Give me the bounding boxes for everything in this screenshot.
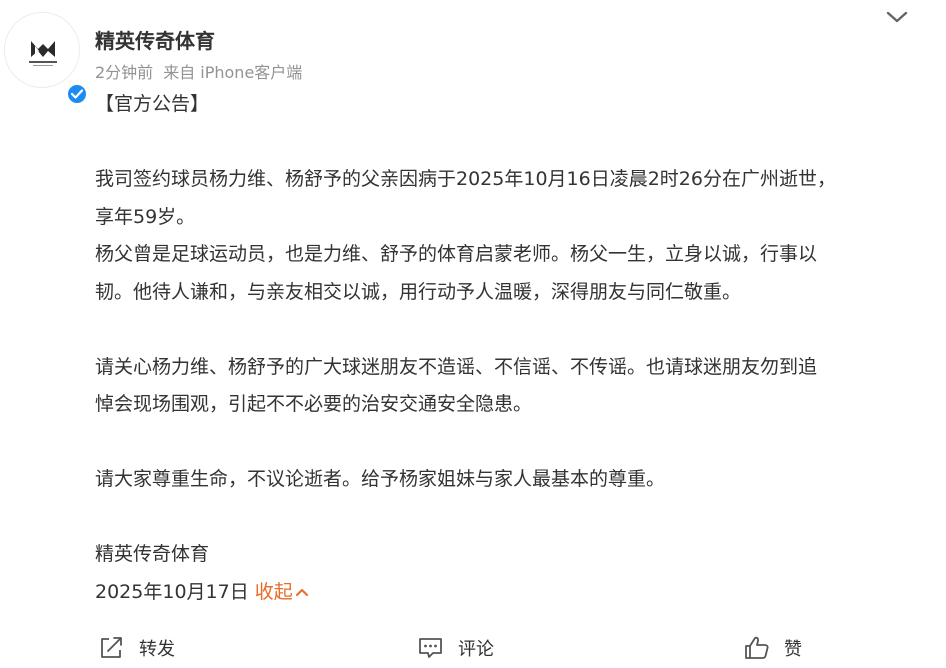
comment-icon — [419, 638, 442, 658]
chevron-down-icon[interactable] — [884, 6, 910, 28]
post-date-row: 2025年10月17日 收起 — [95, 574, 905, 612]
comment-label: 评论 — [458, 639, 494, 660]
post-line-blank — [95, 311, 905, 349]
post-line: 【官方公告】 — [95, 93, 210, 115]
post-line-blank — [95, 124, 905, 162]
repost-button[interactable]: 转发 — [99, 628, 175, 668]
like-label: 赞 — [784, 639, 802, 660]
post-line: 享年59岁。 — [95, 205, 196, 228]
post-meta: 2分钟前 来自 iPhone客户端 — [95, 63, 312, 83]
share-icon — [101, 637, 122, 658]
post-line: 韧。他待人谦和，与亲友相交以诚，用行动予人温暖，深得朋友与同仁敬重。 — [95, 280, 742, 303]
post-content: 【官方公告】 我司签约球员杨力维、杨舒予的父亲因病于2025年10月16日凌晨2… — [95, 86, 905, 611]
collapse-button[interactable]: 收起 — [255, 581, 309, 603]
action-bar: 转发 评论 赞 — [0, 628, 946, 668]
post-line: 我司签约球员杨力维、杨舒予的父亲因病于2025年10月16日凌晨2时26分在广州… — [95, 168, 836, 190]
chevron-up-icon — [295, 588, 308, 596]
repost-label: 转发 — [139, 639, 175, 660]
like-button[interactable]: 赞 — [744, 628, 802, 668]
post-line-blank — [95, 424, 905, 462]
post-time[interactable]: 2分钟前 — [95, 63, 153, 82]
post-line-blank — [95, 499, 905, 537]
verified-badge-icon — [66, 83, 88, 105]
collapse-label: 收起 — [254, 580, 293, 603]
author-name[interactable]: 精英传奇体育 — [95, 28, 215, 54]
post-signature: 精英传奇体育 — [95, 543, 210, 565]
brand-logo — [29, 41, 57, 66]
avatar[interactable] — [4, 12, 88, 105]
post-line: 请大家尊重生命，不议论逝者。给予杨家姐妹与家人最基本的尊重。 — [95, 468, 666, 490]
post-line: 杨父曾是足球运动员，也是力维、舒予的体育启蒙老师。杨父一生，立身以诚，行事以 — [95, 243, 818, 265]
post-source: 来自 iPhone客户端 — [163, 63, 303, 82]
post-date: 2025年10月17日 — [95, 580, 249, 603]
post-line: 悼会现场围观，引起不不必要的治安交通安全隐患。 — [95, 393, 533, 415]
post-line: 请关心杨力维、杨舒予的广大球迷朋友不造谣、不信谣、不传谣。也请球迷朋友勿到追 — [95, 355, 818, 378]
comment-button[interactable]: 评论 — [418, 628, 494, 668]
thumbs-up-icon — [745, 636, 769, 659]
